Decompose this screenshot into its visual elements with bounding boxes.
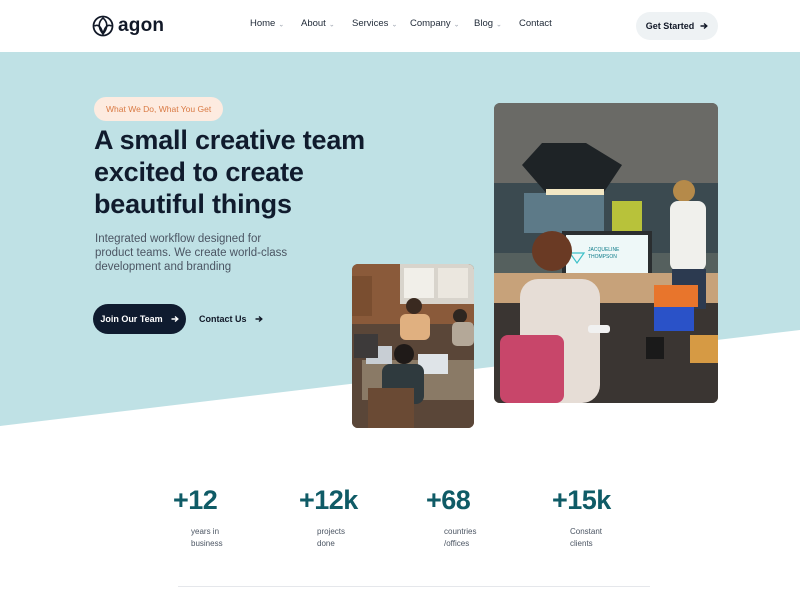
get-started-label: Get Started [645,21,695,31]
nav-item-home[interactable]: Home ⌄ [250,18,284,29]
chevron-down-icon: ⌄ [453,21,460,28]
hero-title-line: excited to create [94,157,304,187]
hero-title-line: beautiful things [94,189,292,219]
stat-label-line: years in [191,527,220,536]
stat-clients: +15k Constant clients [552,485,672,550]
arrow-right-icon [255,315,263,323]
nav-item-label: Company [410,18,451,29]
nav-item-contact[interactable]: Contact [519,18,552,29]
stat-value: +68 [426,485,471,515]
site-header: agon Home ⌄ About ⌄ Services ⌄ Company ⌄… [0,0,800,52]
nav-item-label: Blog [474,18,494,29]
leaf-logo-icon [92,15,114,37]
stat-projects: +12k projects done [299,485,419,550]
nav-item-services[interactable]: Services ⌄ [352,18,397,29]
nav-item-blog[interactable]: Blog ⌄ [474,18,502,29]
stat-label-line: projects [317,527,346,536]
contact-us-label: Contact Us [199,314,247,324]
stat-value: +12 [173,485,218,515]
stat-countries: +68 countries /offices [426,485,546,550]
join-our-team-label: Join Our Team [100,314,163,324]
monitor-text-line: JACQUELINE [588,247,620,253]
hero-badge: What We Do, What You Get [94,97,224,121]
brand-name: agon [118,15,165,36]
hero-description-line: Integrated workflow designed for [95,233,262,245]
join-our-team-button[interactable]: Join Our Team [93,304,186,334]
stat-label-line: business [191,539,223,548]
stat-label: projects done [317,526,377,550]
chevron-down-icon: ⌄ [391,21,398,28]
contact-us-link[interactable]: Contact Us [199,311,263,327]
arrow-right-icon [700,22,709,30]
stat-value: +12k [299,485,358,515]
team-working-photo [352,264,474,428]
office-meeting-photo: JACQUELINE THOMPSON [494,103,718,403]
nav-item-label: Home [250,18,276,29]
stat-label: Constant clients [570,526,630,550]
nav-item-company[interactable]: Company ⌄ [410,18,460,29]
chevron-down-icon: ⌄ [496,21,502,28]
stat-years: +12 years in business [173,485,293,550]
arrow-right-icon [171,315,179,323]
hero-description-line: product teams. We create world-class [95,247,288,259]
nav-item-label: About [301,18,326,29]
stat-label-line: clients [570,539,593,548]
team-working-illustration [352,264,474,428]
stat-label-line: /offices [444,539,470,548]
nav-item-about[interactable]: About ⌄ [301,18,335,29]
hero-title: A small creative team excited to create … [94,124,414,220]
stat-label: countries /offices [444,526,504,550]
hero-description-line: development and branding [95,261,232,273]
get-started-button[interactable]: Get Started [636,12,718,40]
monitor-text-line: THOMPSON [588,254,617,260]
stat-label-line: done [317,539,335,548]
stat-value: +15k [552,485,611,515]
brand-logo[interactable]: agon [92,14,164,38]
nav-item-label: Services [352,18,389,29]
nav-item-label: Contact [519,18,552,29]
stat-label-line: Constant [570,527,603,536]
hero-title-line: A small creative team [94,125,365,155]
chevron-down-icon: ⌄ [328,21,335,28]
hero-description: Integrated workflow designed for product… [95,232,305,274]
office-meeting-illustration: JACQUELINE THOMPSON [494,103,718,403]
stat-label: years in business [191,526,251,550]
chevron-down-icon: ⌄ [278,21,285,28]
section-divider [178,586,650,587]
stat-label-line: countries [444,527,477,536]
